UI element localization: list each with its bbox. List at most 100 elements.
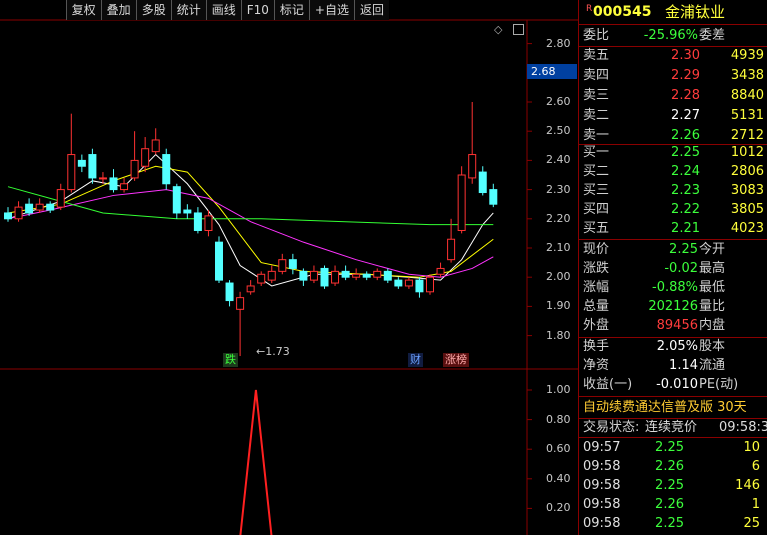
fundamental-row: 净资 1.14 流通 <box>579 356 767 376</box>
candle-up[interactable] <box>35 198 44 213</box>
candle-up[interactable] <box>257 271 266 286</box>
weibi-value: -25.96% <box>643 28 698 43</box>
candle-down[interactable] <box>288 253 297 275</box>
tick-row: 09:58 2.25 146 <box>579 476 767 496</box>
candle-up[interactable] <box>246 280 255 295</box>
candle-up[interactable] <box>267 265 276 284</box>
candle-up[interactable] <box>447 218 456 263</box>
candle-up[interactable] <box>14 201 23 222</box>
candle-down[interactable] <box>4 207 12 222</box>
indicator-tick-label: 0.80 <box>546 412 571 426</box>
candle-body <box>67 154 76 191</box>
cai-marker[interactable]: 财 <box>408 353 423 367</box>
indicator-line <box>239 389 273 535</box>
quote-row-value: 2.25 <box>669 242 698 257</box>
renew-banner[interactable]: 自动续费通达信普及版 30天 <box>579 398 767 418</box>
candle-down[interactable] <box>362 271 371 281</box>
stock-header: R 000545 金浦钛业 <box>579 2 767 22</box>
sell-level-value: 2.30 <box>671 48 700 63</box>
candle-up[interactable] <box>436 262 445 278</box>
candle-down[interactable] <box>215 236 223 284</box>
candle-up[interactable] <box>309 265 318 284</box>
candle-up[interactable] <box>236 291 245 357</box>
toolbar-button[interactable]: F10 <box>240 0 274 20</box>
candle-down[interactable] <box>88 148 97 184</box>
candle-up[interactable] <box>67 113 76 193</box>
candle-down[interactable] <box>394 277 403 289</box>
candle-down[interactable] <box>225 280 234 307</box>
candle-body <box>88 154 97 179</box>
toolbar-button[interactable]: +自选 <box>308 0 354 20</box>
toolbar-button[interactable]: 统计 <box>170 0 206 20</box>
price-tick-label: 2.40 <box>546 153 571 167</box>
candle-up[interactable] <box>151 128 160 155</box>
sell-level-value: 2.27 <box>671 108 700 123</box>
tick-price: 2.26 <box>655 497 684 512</box>
tick-price: 2.26 <box>655 459 684 474</box>
tick-vol: 10 <box>743 440 760 455</box>
toolbar-button[interactable]: 画线 <box>205 0 241 20</box>
candle-up[interactable] <box>426 274 434 295</box>
toolbar-button[interactable]: 返回 <box>353 0 389 20</box>
quote-row-value: 89456 <box>656 318 698 333</box>
toolbar-button[interactable]: 叠加 <box>100 0 136 20</box>
renew-banner-text[interactable]: 自动续费通达信普及版 30天 <box>583 398 747 418</box>
candle-down[interactable] <box>77 154 86 173</box>
kline-chart[interactable] <box>0 0 578 535</box>
candle-up[interactable] <box>468 102 477 184</box>
trade-status-row: 交易状态: 连续竞价 09:58:30 <box>579 418 767 438</box>
settings-square-icon[interactable] <box>513 24 524 35</box>
price-tick-label: 1.80 <box>546 328 571 342</box>
toolbar-button[interactable]: 复权 <box>65 0 101 20</box>
candle-down[interactable] <box>183 204 192 219</box>
candle-up[interactable] <box>56 183 65 211</box>
candle-body <box>77 159 86 167</box>
candle-down[interactable] <box>415 277 424 298</box>
candle-up[interactable] <box>331 265 340 286</box>
candle-up[interactable] <box>352 268 361 281</box>
candle-down[interactable] <box>109 169 118 193</box>
quote-row-label: 涨幅 <box>583 280 610 295</box>
toolbar-button[interactable]: 标记 <box>273 0 309 20</box>
candle-up[interactable] <box>373 268 382 281</box>
toolbar-button[interactable]: 多股 <box>135 0 171 20</box>
sell-level-label: 卖三 <box>583 88 610 103</box>
candle-down[interactable] <box>320 265 329 289</box>
candle-down[interactable] <box>489 183 498 208</box>
candle-down[interactable] <box>383 268 392 284</box>
diamond-icon[interactable]: ◇ <box>494 23 502 36</box>
candle-body <box>415 279 424 293</box>
candle-down[interactable] <box>172 183 181 219</box>
candle-up[interactable] <box>404 277 413 289</box>
zhangbang-marker[interactable]: 涨榜 <box>443 353 469 367</box>
fundamental-row-label: 收益(一) <box>583 377 633 392</box>
price-tick-label: 2.00 <box>546 270 571 284</box>
candle-body <box>193 212 202 231</box>
fundamental-row-value: 2.05% <box>656 339 698 354</box>
candle-body <box>299 270 308 281</box>
buy-level-value: 2.24 <box>671 164 700 179</box>
candle-up[interactable] <box>141 137 150 173</box>
candle-down[interactable] <box>46 201 55 213</box>
candle-down[interactable] <box>162 148 171 190</box>
candle-body <box>447 238 456 261</box>
current-price-badge: 2.68 <box>527 64 577 79</box>
quote-row: 涨跌 -0.02 最高 <box>579 259 767 279</box>
die-marker[interactable]: 跌 <box>223 353 238 367</box>
candle-body <box>4 212 12 220</box>
candle-down[interactable] <box>478 166 487 196</box>
candle-down[interactable] <box>25 198 34 216</box>
candle-down[interactable] <box>299 268 308 286</box>
sell-level-label: 卖四 <box>583 68 610 83</box>
candle-down[interactable] <box>341 265 350 281</box>
candle-down[interactable] <box>193 207 202 234</box>
kline-chart-area[interactable]: 复权叠加多股统计画线F10标记+自选返回 2.802.702.602.502.4… <box>0 0 578 535</box>
buy-level-label: 买二 <box>583 164 610 179</box>
candle-up[interactable] <box>130 131 139 181</box>
candle-body <box>257 273 266 284</box>
candle-up[interactable] <box>457 166 466 234</box>
candle-up[interactable] <box>278 253 287 275</box>
tick-row: 09:57 2.25 10 <box>579 438 767 458</box>
buy-level-extra: 4023 <box>730 221 764 236</box>
candle-up[interactable] <box>120 177 129 193</box>
